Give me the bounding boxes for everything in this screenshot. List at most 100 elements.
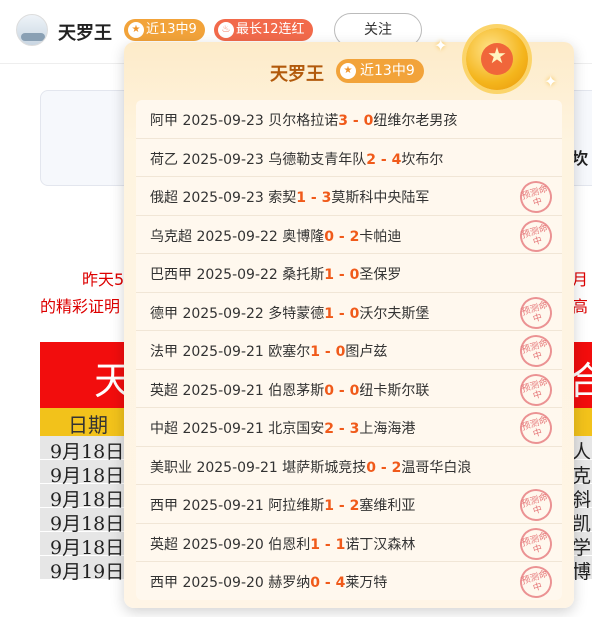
- match-league: 德甲: [150, 305, 183, 322]
- prediction-hit-stamp-icon: 预测命中: [515, 176, 557, 218]
- user-name[interactable]: 天罗王: [58, 19, 112, 45]
- match-item[interactable]: 俄超 2025-09-23 索契1 - 3莫斯科中央陆军 预测命中: [136, 176, 562, 218]
- match-home: 桑托斯: [282, 267, 325, 283]
- match-item[interactable]: 中超 2025-09-21 北京国安2 - 3上海海港 预测命中: [136, 407, 562, 449]
- match-date: 2025-09-23: [182, 190, 269, 206]
- match-item[interactable]: 荷乙 2025-09-23 乌德勒支青年队2 - 4坎布尔: [136, 139, 562, 177]
- match-date: 2025-09-21: [182, 421, 269, 437]
- match-as: 0: [335, 344, 346, 360]
- match-sep: -: [334, 267, 350, 283]
- match-home: 欧塞尔: [268, 344, 311, 360]
- match-item[interactable]: 西甲 2025-09-20 赫罗纳0 - 4莱万特 预测命中: [136, 561, 562, 603]
- match-date: 2025-09-21: [182, 344, 269, 360]
- match-as: 3: [321, 190, 332, 206]
- match-date: 2025-09-20: [182, 575, 269, 591]
- match-home: 多特蒙德: [268, 305, 325, 322]
- star-icon: ★: [128, 22, 144, 38]
- match-home: 堪萨斯城竞技: [282, 459, 367, 476]
- match-hs: 1: [324, 498, 335, 514]
- match-away: 图卢兹: [345, 344, 388, 360]
- match-date: 2025-09-21: [196, 459, 283, 476]
- medal-icon: ★: [466, 28, 528, 90]
- match-hs: 0: [324, 228, 335, 245]
- match-item[interactable]: 法甲 2025-09-21 欧塞尔1 - 0图卢兹 预测命中: [136, 330, 562, 372]
- match-text: 阿甲 2025-09-23 贝尔格拉诺3 - 0纽维尔老男孩: [150, 110, 457, 130]
- match-hs: 0: [324, 382, 335, 399]
- prediction-hit-stamp-icon: 预测命中: [515, 330, 557, 372]
- prediction-hit-stamp-icon: 预测命中: [515, 484, 557, 526]
- match-away: 温哥华白浪: [401, 459, 472, 476]
- avatar[interactable]: [16, 14, 48, 46]
- match-hs: 3: [338, 113, 349, 129]
- match-item[interactable]: 德甲 2025-09-22 多特蒙德1 - 0沃尔夫斯堡 预测命中: [136, 292, 562, 333]
- match-home: 乌德勒支青年队: [268, 151, 367, 168]
- match-sep: -: [348, 113, 364, 129]
- match-text: 荷乙 2025-09-23 乌德勒支青年队2 - 4坎布尔: [150, 149, 443, 169]
- match-text: 乌克超 2025-09-22 奥博隆0 - 2卡帕迪: [150, 226, 401, 246]
- match-home: 贝尔格拉诺: [268, 113, 339, 129]
- match-date: 2025-09-21: [182, 498, 269, 514]
- match-item[interactable]: 英超 2025-09-20 伯恩利1 - 1诺丁汉森林 预测命中: [136, 523, 562, 564]
- expert-record-popup: ★ ✦ ✦ 天罗王 ★ 近13中9 阿甲 2025-09-23 贝尔格拉诺3 -…: [124, 28, 574, 608]
- prediction-hit-stamp-icon: 预测命中: [515, 369, 557, 410]
- match-as: 2: [391, 459, 402, 476]
- prediction-hit-stamp-icon: 预测命中: [515, 215, 557, 256]
- match-hs: 0: [310, 575, 321, 591]
- match-as: 2: [349, 498, 360, 514]
- match-text: 俄超 2025-09-23 索契1 - 3莫斯科中央陆军: [150, 187, 429, 207]
- match-as: 1: [335, 536, 346, 553]
- match-text: 英超 2025-09-21 伯恩茅斯0 - 0纽卡斯尔联: [150, 380, 429, 400]
- match-away: 纽维尔老男孩: [373, 113, 458, 129]
- match-away: 卡帕迪: [359, 228, 402, 245]
- match-league: 乌克超: [150, 228, 197, 245]
- match-sep: -: [320, 344, 336, 360]
- match-league: 西甲: [150, 575, 183, 591]
- match-sep: -: [334, 305, 350, 322]
- match-league: 俄超: [150, 190, 183, 206]
- match-item[interactable]: 西甲 2025-09-21 阿拉维斯1 - 2塞维利亚 预测命中: [136, 484, 562, 526]
- match-sep: -: [376, 151, 392, 168]
- match-as: 0: [349, 382, 360, 399]
- match-hs: 1: [296, 190, 307, 206]
- match-hs: 0: [366, 459, 377, 476]
- popup-record-badge: ★ 近13中9: [336, 59, 424, 83]
- match-home: 阿拉维斯: [268, 498, 325, 514]
- match-home: 北京国安: [268, 421, 325, 437]
- match-hs: 2: [324, 421, 335, 437]
- match-league: 美职业: [150, 459, 197, 476]
- match-sep: -: [334, 382, 350, 399]
- match-sep: -: [320, 575, 336, 591]
- match-hs: 1: [310, 344, 321, 360]
- sparkle-icon: ✦: [434, 36, 448, 55]
- match-away: 沃尔夫斯堡: [359, 305, 430, 322]
- match-text: 英超 2025-09-20 伯恩利1 - 1诺丁汉森林: [150, 534, 415, 554]
- match-sep: -: [376, 459, 392, 476]
- match-text: 德甲 2025-09-22 多特蒙德1 - 0沃尔夫斯堡: [150, 303, 429, 323]
- record-badge[interactable]: ★ 近13中9: [124, 19, 205, 41]
- match-sep: -: [334, 228, 350, 245]
- match-date: 2025-09-22: [182, 305, 269, 322]
- match-item[interactable]: 英超 2025-09-21 伯恩茅斯0 - 0纽卡斯尔联 预测命中: [136, 369, 562, 410]
- match-away: 纽卡斯尔联: [359, 382, 430, 399]
- row-date: 9月19日: [50, 561, 125, 583]
- match-item[interactable]: 乌克超 2025-09-22 奥博隆0 - 2卡帕迪 预测命中: [136, 215, 562, 256]
- match-item[interactable]: 美职业 2025-09-21 堪萨斯城竞技0 - 2温哥华白浪: [136, 447, 562, 485]
- match-away: 上海海港: [359, 421, 416, 437]
- match-sep: -: [306, 190, 322, 206]
- match-date: 2025-09-23: [182, 113, 269, 129]
- match-as: 0: [363, 113, 374, 129]
- match-sep: -: [334, 421, 350, 437]
- match-league: 西甲: [150, 498, 183, 514]
- star-icon: ★: [340, 63, 356, 79]
- streak-badge[interactable]: ♨ 最长12连红: [214, 19, 313, 41]
- prediction-hit-stamp-icon: 预测命中: [515, 561, 557, 603]
- match-text: 法甲 2025-09-21 欧塞尔1 - 0图卢兹: [150, 341, 387, 361]
- article-text: 的精彩证明: [40, 297, 121, 316]
- match-away: 塞维利亚: [359, 498, 416, 514]
- match-hs: 1: [324, 305, 335, 322]
- match-as: 4: [391, 151, 402, 168]
- match-item[interactable]: 巴西甲 2025-09-22 桑托斯1 - 0圣保罗: [136, 254, 562, 293]
- match-date: 2025-09-22: [196, 267, 283, 283]
- match-home: 伯恩茅斯: [268, 382, 325, 399]
- match-item[interactable]: 阿甲 2025-09-23 贝尔格拉诺3 - 0纽维尔老男孩: [136, 100, 562, 139]
